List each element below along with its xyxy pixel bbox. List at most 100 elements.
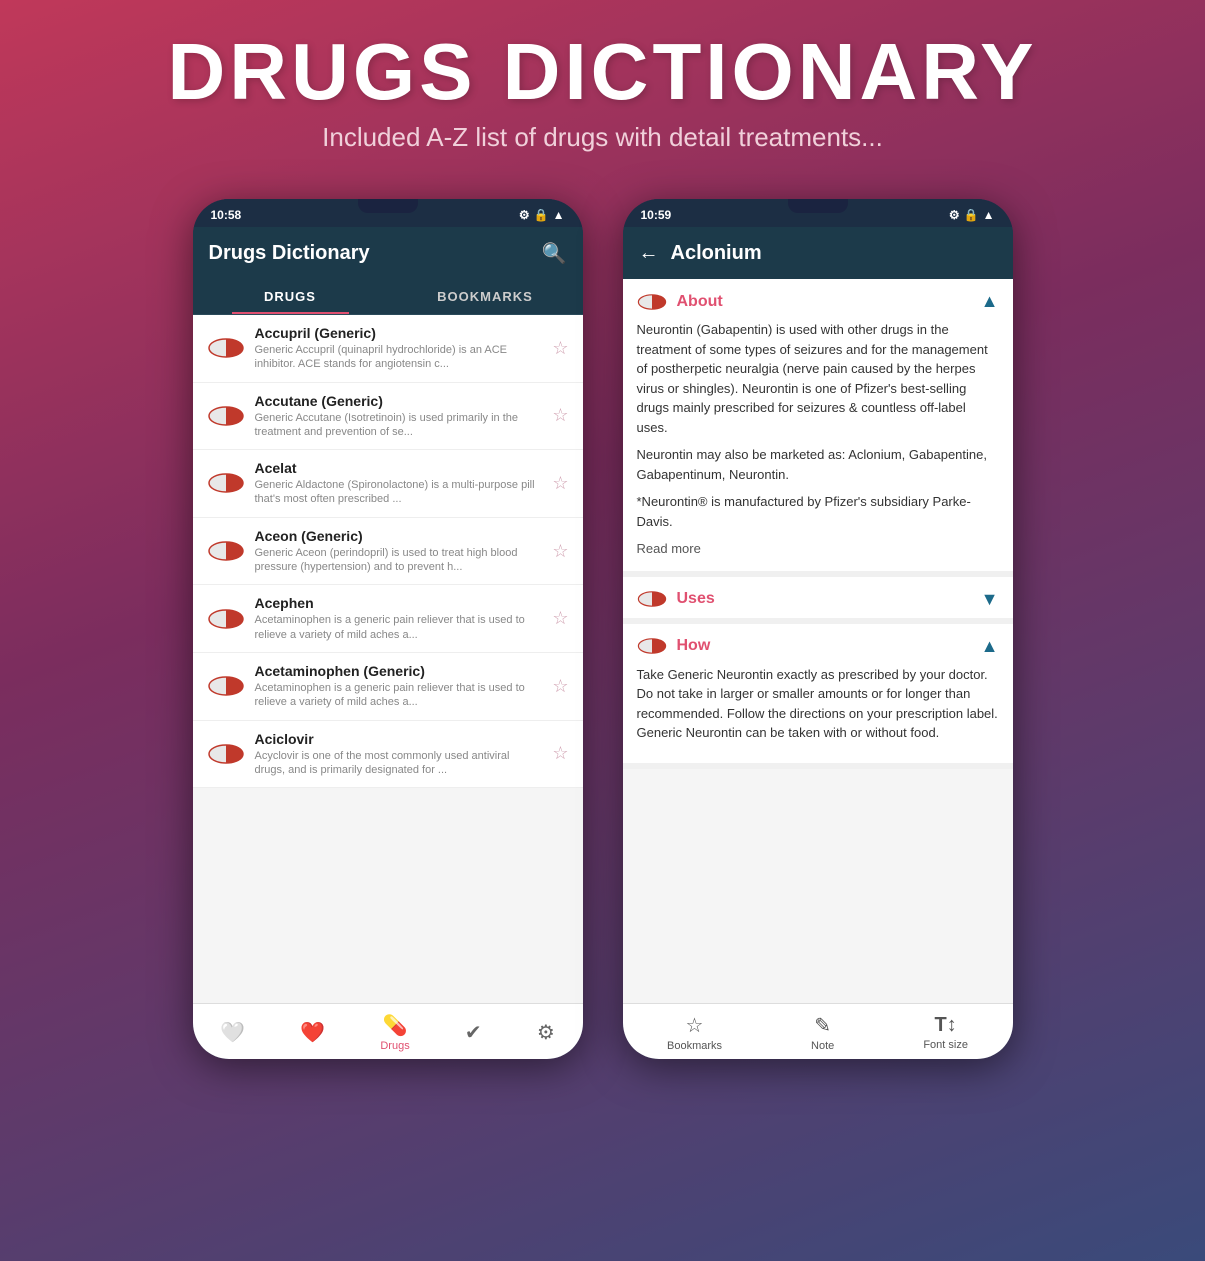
about-text-main: Neurontin (Gabapentin) is used with othe… — [637, 320, 999, 437]
pill-svg-4 — [208, 609, 244, 629]
section-about-title: About — [677, 293, 971, 311]
drug-desc-4: Acetaminophen is a generic pain reliever… — [255, 613, 543, 642]
bookmark-star-6[interactable]: ☆ — [552, 743, 568, 764]
tabs-bar: DRUGS BOOKMARKS — [193, 279, 583, 315]
status-icons-right: ⚙ 🔒 ▲ — [949, 208, 995, 222]
section-how-header[interactable]: How ▲ — [623, 624, 1013, 665]
phone-notch-left — [358, 199, 418, 213]
nav-label-drugs: Drugs — [380, 1040, 409, 1052]
tab-drugs[interactable]: DRUGS — [193, 279, 388, 314]
bookmark-star-5[interactable]: ☆ — [552, 676, 568, 697]
read-more-link[interactable]: Read more — [637, 541, 701, 556]
status-icons-left: ⚙ 🔒 ▲ — [519, 208, 565, 222]
phone-left: 10:58 ⚙ 🔒 ▲ Drugs Dictionary 🔍 DRUGS BOO… — [193, 199, 583, 1059]
search-icon[interactable]: 🔍 — [542, 241, 567, 266]
pill-svg-2 — [208, 473, 244, 493]
bottom-nav-right: ☆ Bookmarks ✎ Note T↕ Font size — [623, 1003, 1013, 1059]
app-title-left: Drugs Dictionary — [209, 242, 542, 265]
pill-svg-3 — [208, 541, 244, 561]
drug-icon-0 — [207, 329, 245, 367]
drug-item-0[interactable]: Accupril (Generic) Generic Accupril (qui… — [193, 315, 583, 383]
drug-item-2[interactable]: Acelat Generic Aldactone (Spironolactone… — [193, 450, 583, 518]
drug-icon-3 — [207, 532, 245, 570]
section-uses-title: Uses — [677, 590, 971, 608]
app-bar-right: ← Aclonium — [623, 227, 1013, 279]
bottom-nav-left: 🤍 ❤️ 💊 Drugs ✔ ⚙ — [193, 1003, 583, 1059]
nav-item-drugs[interactable]: 💊 Drugs — [380, 1013, 409, 1052]
note-nav-icon: ✎ — [814, 1013, 831, 1038]
signal-icon-right: ▲ — [983, 208, 995, 222]
nav-item-heart[interactable]: ❤️ — [300, 1020, 325, 1045]
section-uses: Uses ▼ — [623, 577, 1013, 624]
pill-svg-6 — [208, 744, 244, 764]
drug-name-0: Accupril (Generic) — [255, 325, 543, 341]
tab-bookmarks[interactable]: BOOKMARKS — [388, 279, 583, 314]
drug-name-2: Acelat — [255, 460, 543, 476]
heart-icon: ❤️ — [300, 1020, 325, 1045]
section-uses-header[interactable]: Uses ▼ — [623, 577, 1013, 618]
drug-list: Accupril (Generic) Generic Accupril (qui… — [193, 315, 583, 1003]
font-size-nav-icon: T↕ — [935, 1014, 957, 1037]
drug-item-6[interactable]: Aciclovir Acyclovir is one of the most c… — [193, 721, 583, 789]
main-title: DRUGS DICTIONARY — [0, 32, 1205, 112]
pill-how-icon — [637, 638, 667, 654]
nav-font-size[interactable]: T↕ Font size — [923, 1014, 968, 1051]
app-title-right: Aclonium — [671, 242, 997, 265]
drug-icon-5 — [207, 667, 245, 705]
drug-desc-3: Generic Aceon (perindopril) is used to t… — [255, 546, 543, 575]
drug-name-6: Aciclovir — [255, 731, 543, 747]
back-button[interactable]: ← — [639, 242, 659, 265]
drug-text-4: Acephen Acetaminophen is a generic pain … — [255, 595, 543, 642]
drug-icon-4 — [207, 600, 245, 638]
section-about-header[interactable]: About ▲ — [623, 279, 1013, 320]
about-text-extra2: *Neurontin® is manufactured by Pfizer's … — [637, 492, 999, 531]
drug-desc-6: Acyclovir is one of the most commonly us… — [255, 749, 543, 778]
app-bar-left: Drugs Dictionary 🔍 — [193, 227, 583, 279]
bookmark-star-2[interactable]: ☆ — [552, 473, 568, 494]
nav-note[interactable]: ✎ Note — [811, 1013, 834, 1052]
star-nav-icon: ☆ — [686, 1013, 704, 1038]
drug-text-6: Aciclovir Acyclovir is one of the most c… — [255, 731, 543, 778]
chevron-how[interactable]: ▲ — [981, 636, 999, 657]
drug-item-5[interactable]: Acetaminophen (Generic) Acetaminophen is… — [193, 653, 583, 721]
drug-icon-6 — [207, 735, 245, 773]
heart-outline-icon: 🤍 — [220, 1020, 245, 1045]
pill-svg-1 — [208, 406, 244, 426]
drug-item-1[interactable]: Accutane (Generic) Generic Accutane (Iso… — [193, 383, 583, 451]
how-text: Take Generic Neurontin exactly as prescr… — [637, 665, 999, 743]
section-how-title: How — [677, 637, 971, 655]
drug-name-3: Aceon (Generic) — [255, 528, 543, 544]
pill-uses-icon — [637, 591, 667, 607]
subtitle: Included A-Z list of drugs with detail t… — [0, 122, 1205, 153]
nav-label-note: Note — [811, 1040, 834, 1052]
phone-right: 10:59 ⚙ 🔒 ▲ ← Aclonium About — [623, 199, 1013, 1059]
nav-item-check[interactable]: ✔ — [465, 1020, 482, 1045]
nav-bookmarks[interactable]: ☆ Bookmarks — [667, 1013, 722, 1052]
drug-text-5: Acetaminophen (Generic) Acetaminophen is… — [255, 663, 543, 710]
drug-desc-1: Generic Accutane (Isotretinoin) is used … — [255, 411, 543, 440]
chevron-about[interactable]: ▲ — [981, 291, 999, 312]
drug-item-3[interactable]: Aceon (Generic) Generic Aceon (perindopr… — [193, 518, 583, 586]
bookmark-star-1[interactable]: ☆ — [552, 405, 568, 426]
drug-item-4[interactable]: Acephen Acetaminophen is a generic pain … — [193, 585, 583, 653]
signal-icon: ▲ — [553, 208, 565, 222]
pill-svg-0 — [208, 338, 244, 358]
nav-label-font-size: Font size — [923, 1039, 968, 1051]
about-text-extra1: Neurontin may also be marketed as: Aclon… — [637, 445, 999, 484]
nav-item-settings[interactable]: ⚙ — [537, 1020, 555, 1045]
pill-svg-5 — [208, 676, 244, 696]
check-icon: ✔ — [465, 1020, 482, 1045]
bookmark-star-3[interactable]: ☆ — [552, 541, 568, 562]
bookmark-star-4[interactable]: ☆ — [552, 608, 568, 629]
drug-desc-5: Acetaminophen is a generic pain reliever… — [255, 681, 543, 710]
nav-item-heart-outline[interactable]: 🤍 — [220, 1020, 245, 1045]
drug-text-3: Aceon (Generic) Generic Aceon (perindopr… — [255, 528, 543, 575]
bookmark-star-0[interactable]: ☆ — [552, 338, 568, 359]
drug-text-1: Accutane (Generic) Generic Accutane (Iso… — [255, 393, 543, 440]
section-about-body: Neurontin (Gabapentin) is used with othe… — [623, 320, 1013, 571]
drug-desc-2: Generic Aldactone (Spironolactone) is a … — [255, 478, 543, 507]
section-how: How ▲ Take Generic Neurontin exactly as … — [623, 624, 1013, 769]
drug-text-2: Acelat Generic Aldactone (Spironolactone… — [255, 460, 543, 507]
detail-content: About ▲ Neurontin (Gabapentin) is used w… — [623, 279, 1013, 1003]
chevron-uses[interactable]: ▼ — [981, 589, 999, 610]
